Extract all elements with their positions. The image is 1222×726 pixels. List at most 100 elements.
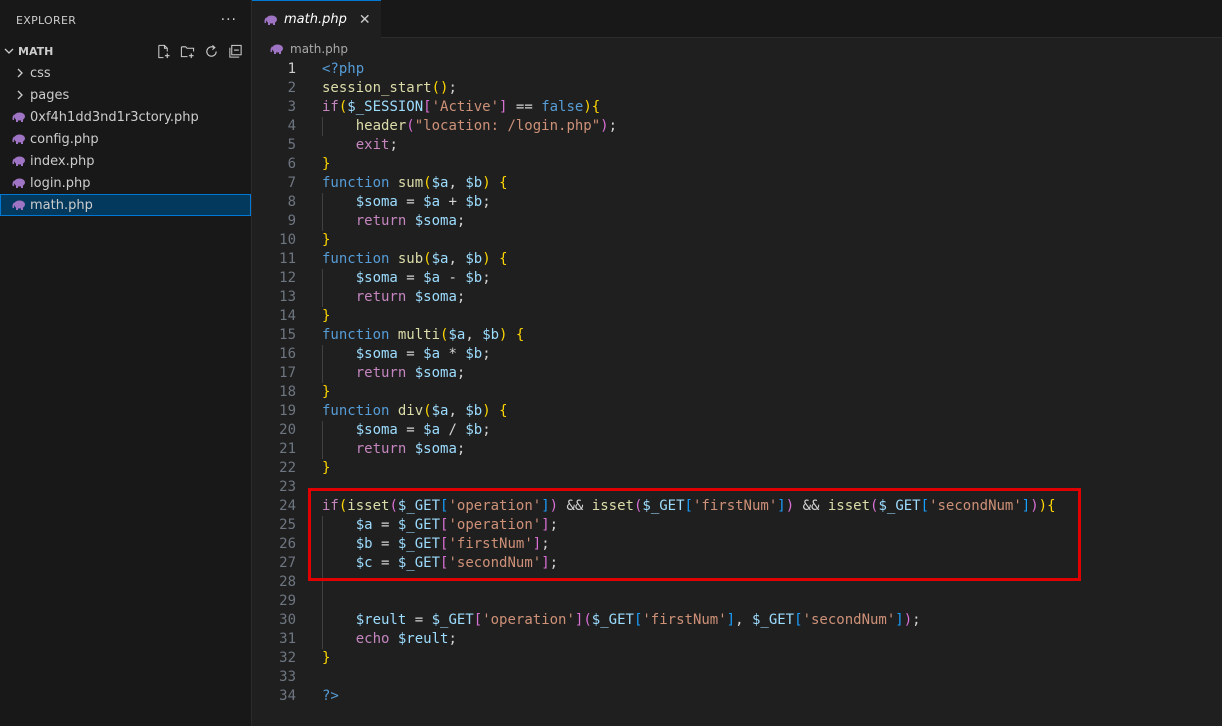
- code-line[interactable]: 17 return $soma;: [252, 364, 1222, 383]
- code-line[interactable]: 30 $reult = $_GET['operation']($_GET['fi…: [252, 611, 1222, 630]
- tree-file-0xf4h1dd3nd1r3ctory[interactable]: 0xf4h1dd3nd1r3ctory.php: [0, 106, 251, 128]
- new-folder-icon[interactable]: [179, 43, 195, 59]
- code-text: function sum($a, $b) {: [322, 175, 508, 191]
- tree-file-config[interactable]: config.php: [0, 128, 251, 150]
- line-number: 33: [279, 669, 296, 685]
- code-text: $soma = $a - $b;: [355, 270, 491, 286]
- code-text: return $soma;: [355, 365, 466, 381]
- folder-math[interactable]: MATH: [0, 40, 251, 62]
- line-number: 22: [279, 460, 296, 476]
- code-line[interactable]: 13 return $soma;: [252, 288, 1222, 307]
- code-text: }: [322, 156, 331, 172]
- tree-file-index[interactable]: index.php: [0, 150, 251, 172]
- code-line[interactable]: 5 exit;: [252, 136, 1222, 155]
- code-line[interactable]: 1 <?php: [252, 60, 1222, 79]
- code-line[interactable]: 25 $a = $_GET['operation'];: [252, 516, 1222, 535]
- chevron-right-icon: [12, 90, 28, 100]
- new-file-icon[interactable]: [155, 43, 171, 59]
- code-line[interactable]: 16 $soma = $a * $b;: [252, 345, 1222, 364]
- code-text: session_start();: [322, 80, 457, 96]
- code-line[interactable]: 24 if(isset($_GET['operation']) && isset(…: [252, 497, 1222, 516]
- code-text: }: [322, 308, 331, 324]
- code-text: $b = $_GET['firstNum'];: [355, 536, 550, 552]
- code-line[interactable]: 4 header("location: /login.php");: [252, 117, 1222, 136]
- code-line[interactable]: 10}: [252, 231, 1222, 250]
- php-elephant-icon: [12, 155, 26, 167]
- code-text: }: [322, 232, 331, 248]
- line-number: 21: [279, 441, 296, 457]
- code-line[interactable]: 32}: [252, 649, 1222, 668]
- chevron-right-icon: [12, 68, 28, 78]
- code-text: return $soma;: [355, 289, 466, 305]
- code-text: $a = $_GET['operation'];: [355, 517, 559, 533]
- close-icon[interactable]: ✕: [359, 12, 371, 28]
- code-line[interactable]: 19 function div($a, $b) {: [252, 402, 1222, 421]
- code-line[interactable]: 22}: [252, 459, 1222, 478]
- php-elephant-icon: [12, 177, 26, 189]
- tree-folder-pages[interactable]: pages: [0, 84, 251, 106]
- code-text: }: [322, 384, 331, 400]
- code-line[interactable]: 29: [252, 592, 1222, 611]
- collapse-all-icon[interactable]: [227, 43, 243, 59]
- tree-item-label: 0xf4h1dd3nd1r3ctory.php: [30, 109, 199, 125]
- tree-folder-css[interactable]: css: [0, 62, 251, 84]
- code-text: function div($a, $b) {: [322, 403, 508, 419]
- code-area[interactable]: 1 <?php 2 session_start(); 3 if($_SESSION['Ac…: [252, 60, 1222, 706]
- line-number: 26: [279, 536, 296, 552]
- code-line[interactable]: 26 $b = $_GET['firstNum'];: [252, 535, 1222, 554]
- code-text: header("location: /login.php");: [355, 118, 618, 134]
- code-line[interactable]: 27 $c = $_GET['secondNum'];: [252, 554, 1222, 573]
- folder-name: MATH: [18, 44, 54, 58]
- line-number: 2: [287, 80, 296, 96]
- code-line[interactable]: 31 echo $reult;: [252, 630, 1222, 649]
- php-elephant-icon: [12, 133, 26, 145]
- code-line[interactable]: 11 function sub($a, $b) {: [252, 250, 1222, 269]
- line-number: 30: [279, 612, 296, 628]
- code-line[interactable]: 14}: [252, 307, 1222, 326]
- code-line[interactable]: 33: [252, 668, 1222, 687]
- code-text: $soma = $a * $b;: [355, 346, 491, 362]
- code-line[interactable]: 12 $soma = $a - $b;: [252, 269, 1222, 288]
- line-number: 9: [287, 213, 296, 229]
- code-line[interactable]: 34 ?>: [252, 687, 1222, 706]
- code-line[interactable]: 8 $soma = $a + $b;: [252, 193, 1222, 212]
- line-number: 27: [279, 555, 296, 571]
- line-number: 8: [287, 194, 296, 210]
- line-number: 19: [279, 403, 296, 419]
- code-text: return $soma;: [355, 441, 466, 457]
- code-line[interactable]: 23: [252, 478, 1222, 497]
- code-line[interactable]: 28: [252, 573, 1222, 592]
- code-text: if($_SESSION['Active'] == false){: [322, 99, 601, 115]
- line-number: 12: [279, 270, 296, 286]
- line-number: 17: [279, 365, 296, 381]
- code-line[interactable]: 15 function multi($a, $b) {: [252, 326, 1222, 345]
- code-text: }: [322, 460, 331, 476]
- tab-bar: math.php ✕: [252, 0, 1222, 38]
- explorer-title: EXPLORER: [16, 13, 77, 27]
- code-line[interactable]: 9 return $soma;: [252, 212, 1222, 231]
- php-elephant-icon: [12, 111, 26, 123]
- code-line[interactable]: 3 if($_SESSION['Active'] == false){: [252, 98, 1222, 117]
- tree-file-login[interactable]: login.php: [0, 172, 251, 194]
- line-number: 16: [279, 346, 296, 362]
- refresh-icon[interactable]: [203, 43, 219, 59]
- code-line[interactable]: 21 return $soma;: [252, 440, 1222, 459]
- code-line[interactable]: 2 session_start();: [252, 79, 1222, 98]
- line-number: 6: [287, 156, 296, 172]
- more-actions-icon[interactable]: ···: [221, 12, 237, 28]
- code-text: $c = $_GET['secondNum'];: [355, 555, 559, 571]
- php-elephant-icon: [264, 14, 278, 26]
- code-line[interactable]: 7 function sum($a, $b) {: [252, 174, 1222, 193]
- code-line[interactable]: 20 $soma = $a / $b;: [252, 421, 1222, 440]
- breadcrumb-file[interactable]: math.php: [290, 42, 348, 56]
- code-line[interactable]: 18}: [252, 383, 1222, 402]
- tree-file-math[interactable]: math.php: [0, 194, 251, 216]
- code-text: $soma = $a + $b;: [355, 194, 491, 210]
- code-line[interactable]: 6}: [252, 155, 1222, 174]
- code-text: $reult = $_GET['operation']($_GET['first…: [355, 612, 921, 628]
- tree-item-label: math.php: [30, 197, 93, 213]
- tab-math-php[interactable]: math.php ✕: [252, 0, 381, 38]
